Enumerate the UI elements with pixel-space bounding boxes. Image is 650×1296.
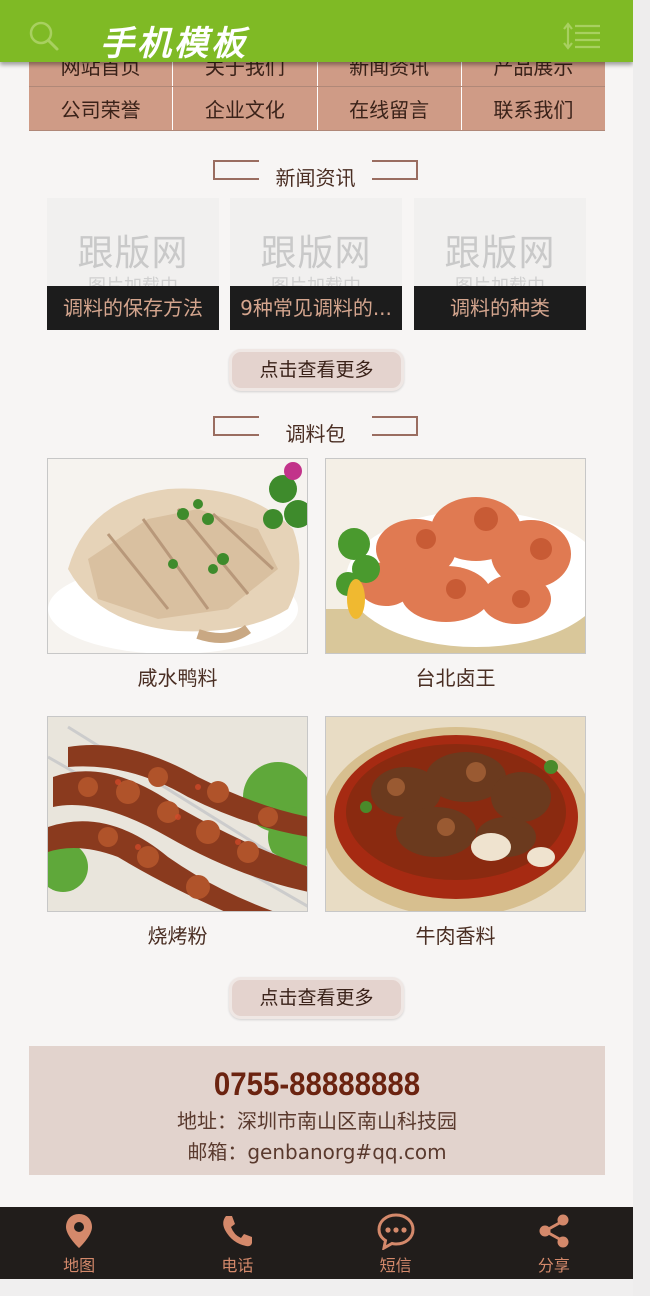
product-card[interactable]: 烧烤粉 (47, 716, 308, 949)
tab-share[interactable]: 分享 (475, 1207, 633, 1279)
product-name[interactable]: 咸水鸭料 (47, 662, 308, 691)
products-more-button[interactable]: 点击查看更多 (229, 977, 404, 1019)
products-section-heading: 调料包 (285, 421, 346, 446)
news-image-placeholder: 跟版网 图片加载中 (77, 233, 189, 297)
nav-item-honors[interactable]: 公司荣誉 (29, 87, 174, 130)
product-card[interactable]: 咸水鸭料 (47, 458, 308, 691)
share-icon (539, 1214, 569, 1248)
contact-address: 地址：深圳市南山区南山科技园 (177, 1109, 457, 1133)
scrollbar[interactable] (633, 0, 650, 1296)
header-bar: 手机模板 (0, 0, 633, 64)
tab-label: 短信 (379, 1256, 412, 1275)
news-image-placeholder: 跟版网 图片加载中 (260, 233, 372, 297)
news-item-title[interactable]: 调料的保存方法 (47, 286, 219, 330)
product-card[interactable]: 牛肉香料 (325, 716, 586, 949)
nav-item-culture[interactable]: 企业文化 (173, 87, 318, 130)
map-pin-icon (66, 1214, 93, 1248)
products-section-title: 调料包 (213, 416, 418, 446)
tab-label: 分享 (537, 1256, 570, 1275)
phone-icon (223, 1216, 253, 1247)
news-section-heading: 新闻资讯 (275, 165, 356, 190)
news-image-placeholder: 跟版网 图片加载中 (444, 233, 556, 297)
news-more-button[interactable]: 点击查看更多 (229, 349, 404, 391)
news-list: 跟版网 图片加载中 调料的保存方法 跟版网 图片加载中 9种常见调料的... 跟… (47, 198, 586, 330)
page: 网站首页 关于我们 新闻资讯 产品展示 公司荣誉 企业文化 在线留言 联系我们 … (0, 0, 633, 1296)
product-image-braised[interactable] (325, 458, 586, 654)
tab-phone[interactable]: 电话 (158, 1207, 316, 1279)
tab-sms[interactable]: 短信 (317, 1207, 475, 1279)
tab-label: 电话 (221, 1256, 254, 1275)
news-section-title: 新闻资讯 (213, 160, 418, 190)
product-card[interactable]: 台北卤王 (325, 458, 586, 691)
news-item-title[interactable]: 9种常见调料的... (230, 286, 402, 330)
nav-item-contact[interactable]: 联系我们 (461, 87, 605, 130)
menu-list-icon[interactable] (563, 22, 601, 50)
news-item[interactable]: 跟版网 图片加载中 调料的种类 (414, 198, 586, 330)
product-name[interactable]: 牛肉香料 (325, 920, 586, 949)
product-image-duck[interactable] (47, 458, 308, 654)
tab-map[interactable]: 地图 (0, 1207, 158, 1279)
contact-phone[interactable]: 0755-88888888 (52, 1066, 582, 1103)
bottom-tab-bar: 地图 电话 短信 分享 (0, 1207, 633, 1279)
page-bottom-gap (0, 1279, 633, 1296)
news-item[interactable]: 跟版网 图片加载中 调料的保存方法 (47, 198, 219, 330)
news-item[interactable]: 跟版网 图片加载中 9种常见调料的... (230, 198, 402, 330)
product-name[interactable]: 烧烤粉 (47, 920, 308, 949)
product-image-beef[interactable] (325, 716, 586, 912)
product-image-bbq[interactable] (47, 716, 308, 912)
nav-item-guestbook[interactable]: 在线留言 (317, 87, 462, 130)
search-icon[interactable] (28, 20, 60, 52)
tab-label: 地图 (63, 1256, 96, 1275)
nav-row-2: 公司荣誉 企业文化 在线留言 联系我们 (29, 87, 605, 131)
contact-email: 邮箱：genbanorg#qq.com (187, 1140, 447, 1164)
contact-box: 0755-88888888 地址：深圳市南山区南山科技园 邮箱：genbanor… (29, 1046, 605, 1175)
product-name[interactable]: 台北卤王 (325, 662, 586, 691)
message-icon (377, 1213, 415, 1250)
news-item-title[interactable]: 调料的种类 (414, 286, 586, 330)
site-title: 手机模板 (100, 24, 248, 64)
